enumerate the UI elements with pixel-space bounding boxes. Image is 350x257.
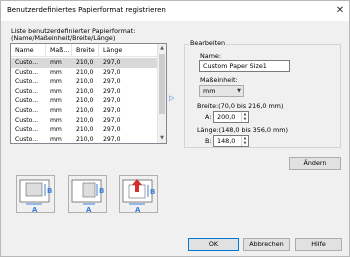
dimension-b-label: B: [99, 187, 104, 195]
list-header: Name Maß... Breite Länge: [11, 44, 159, 57]
table-cell: mm: [50, 106, 62, 114]
scroll-thumb[interactable]: [159, 54, 165, 114]
help-button[interactable]: Hilfe: [295, 238, 342, 251]
edit-group-title: Bearbeiten: [189, 39, 227, 47]
table-cell: Custo...: [15, 135, 39, 143]
table-row[interactable]: Custo... mm 210,0 297,0: [11, 125, 159, 135]
table-cell: 210,0: [76, 126, 94, 134]
unit-select-value: mm: [203, 87, 216, 95]
name-label: Name:: [200, 52, 222, 60]
window-title: Benutzerdefiniertes Papierformat registr…: [7, 6, 166, 14]
table-cell: 297,0: [103, 59, 121, 66]
paper-orientation-illustration-1: B A: [16, 175, 55, 214]
table-cell: 210,0: [76, 106, 94, 114]
scroll-up-icon[interactable]: ▲: [158, 44, 166, 53]
width-spin-buttons[interactable]: ▲ ▼: [241, 112, 248, 122]
table-cell: Custo...: [15, 78, 39, 86]
table-cell: Custo...: [15, 87, 39, 95]
table-cell: 210,0: [76, 78, 94, 86]
column-header-unit[interactable]: Maß...: [46, 44, 72, 57]
cancel-button[interactable]: Abbrechen: [243, 238, 290, 251]
dialog-window: Benutzerdefiniertes Papierformat registr…: [0, 0, 350, 257]
table-row[interactable]: Custo... mm 210,0 297,0: [11, 116, 159, 126]
table-cell: 210,0: [76, 135, 94, 143]
column-header-width[interactable]: Breite: [72, 44, 99, 57]
change-button[interactable]: Ändern: [289, 157, 341, 170]
close-button[interactable]: ✕: [331, 1, 349, 21]
title-bar: Benutzerdefiniertes Papierformat registr…: [1, 1, 349, 21]
table-row[interactable]: Custo... mm 210,0 297,0: [11, 106, 159, 116]
table-cell: 210,0: [76, 116, 94, 124]
length-value: 148,0: [217, 137, 236, 145]
column-header-name[interactable]: Name: [11, 44, 46, 57]
dimension-b-label: B: [150, 188, 155, 196]
paper-orientation-illustration-3: B A: [119, 175, 158, 214]
table-row[interactable]: Custo... mm 210,0 297,0: [11, 58, 159, 68]
width-value: 200,0: [217, 113, 236, 121]
arrow-right-icon: ▷: [169, 94, 175, 102]
table-row[interactable]: Custo... mm 210,0 297,0: [11, 68, 159, 78]
table-cell: 297,0: [103, 126, 121, 134]
table-cell: mm: [50, 78, 62, 86]
unit-select[interactable]: mm ▼: [199, 85, 244, 97]
table-cell: Custo...: [15, 116, 39, 124]
table-cell: 210,0: [76, 68, 94, 76]
width-label: Breite:(70,0 bis 216,0 mm): [197, 102, 284, 110]
table-cell: mm: [50, 87, 62, 95]
paper-list-label: Liste benutzerdefinierter Papierformat: …: [11, 27, 171, 43]
length-label: Länge:(148,0 bis 356,0 mm): [197, 126, 288, 134]
dimension-a-label: A: [86, 206, 92, 214]
table-cell: 297,0: [103, 106, 121, 114]
table-cell: Custo...: [15, 97, 39, 105]
table-cell: 297,0: [103, 97, 121, 105]
table-cell: mm: [50, 126, 62, 134]
table-cell: Custo...: [15, 59, 39, 66]
table-cell: mm: [50, 135, 62, 143]
paper-orientation-illustration-2: B A: [68, 175, 107, 214]
width-prefix: A:: [205, 113, 212, 121]
table-cell: mm: [50, 68, 62, 76]
scroll-down-icon[interactable]: ▼: [158, 134, 166, 143]
table-cell: 297,0: [103, 68, 121, 76]
table-cell: Custo...: [15, 126, 39, 134]
table-cell: 210,0: [76, 97, 94, 105]
dimension-a-label: A: [135, 206, 141, 214]
unit-label: Maßeinheit:: [200, 76, 238, 84]
length-spin-buttons[interactable]: ▲ ▼: [241, 136, 248, 146]
table-row[interactable]: Custo... mm 210,0 297,0: [11, 77, 159, 87]
dimension-b-label: B: [47, 187, 52, 195]
chevron-down-icon: ▼: [237, 88, 241, 94]
column-header-length[interactable]: Länge: [99, 44, 159, 57]
width-spinner[interactable]: 200,0 ▲ ▼: [213, 111, 249, 123]
name-input[interactable]: Custom Paper Size1: [199, 60, 290, 72]
table-cell: 210,0: [76, 87, 94, 95]
table-cell: Custo...: [15, 106, 39, 114]
table-cell: 297,0: [103, 116, 121, 124]
dimension-a-label: A: [32, 206, 38, 214]
table-cell: 297,0: [103, 135, 121, 143]
table-cell: mm: [50, 116, 62, 124]
list-scrollbar[interactable]: ▲ ▼: [157, 44, 166, 143]
ok-button[interactable]: OK: [188, 238, 239, 251]
length-spinner[interactable]: 148,0 ▲ ▼: [213, 135, 249, 147]
table-cell: 297,0: [103, 87, 121, 95]
paper-list-label-line2: (Name/Maßeinheit/Breite/Länge): [11, 34, 116, 43]
table-row[interactable]: Custo... mm 210,0 297,0: [11, 135, 159, 143]
table-cell: Custo...: [15, 68, 39, 76]
table-row[interactable]: Custo... mm 210,0 297,0: [11, 96, 159, 106]
length-prefix: B:: [205, 137, 212, 145]
table-cell: mm: [50, 59, 62, 66]
table-cell: mm: [50, 97, 62, 105]
paper-size-list[interactable]: Name Maß... Breite Länge Custo... mm 210,0…: [10, 43, 167, 144]
table-cell: 210,0: [76, 59, 94, 66]
list-rows: Custo... mm 210,0 297,0 Custo... mm 210,0 297,0…: [11, 58, 159, 143]
table-row[interactable]: Custo... mm 210,0 297,0: [11, 87, 159, 97]
table-cell: 297,0: [103, 78, 121, 86]
